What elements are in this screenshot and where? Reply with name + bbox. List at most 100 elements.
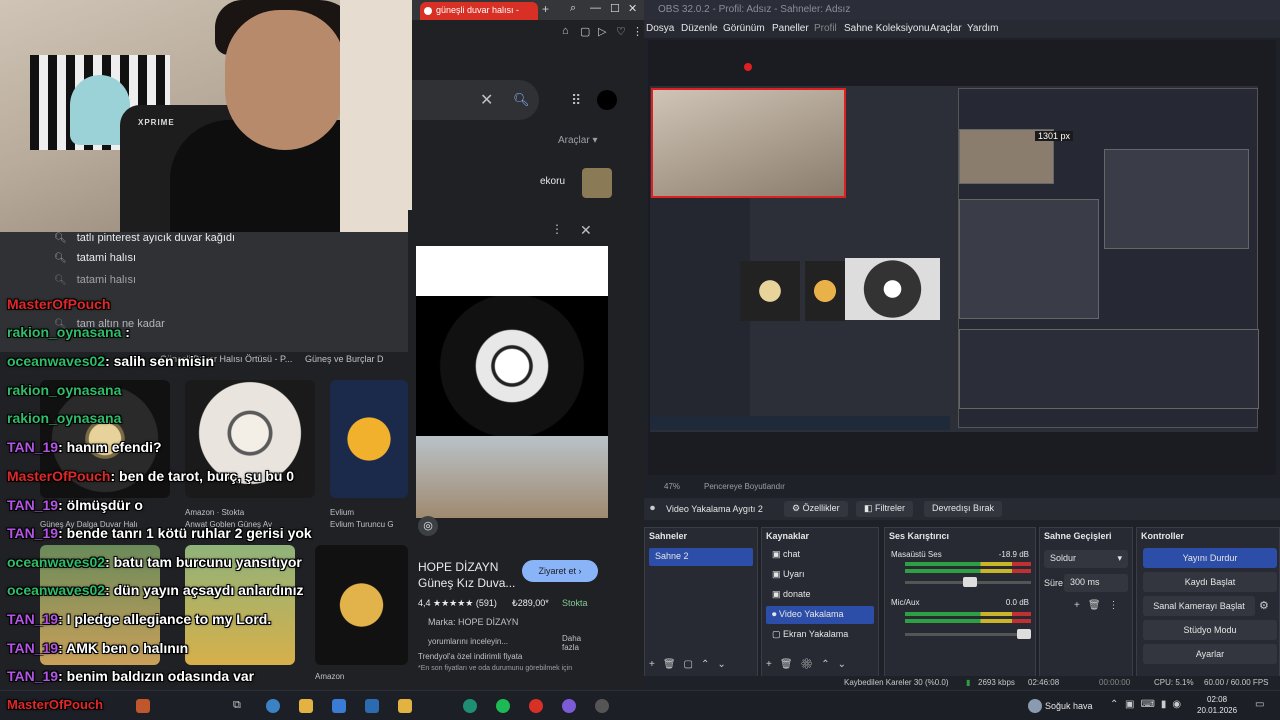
nested-window: [959, 199, 1099, 319]
apps-grid-icon[interactable]: ⠿: [571, 92, 581, 109]
dropped-frames: Kaybedilen Kareler 30 (%0.0): [844, 678, 949, 687]
volume-slider[interactable]: [905, 577, 1031, 587]
transition-actions[interactable]: +🗑⋮: [1074, 600, 1127, 611]
channel-db: 0.0 dB: [1005, 598, 1029, 607]
browser-tab[interactable]: güneşli duvar halısı -: [420, 2, 538, 20]
lens-icon[interactable]: ◎: [418, 516, 438, 536]
menu-profile[interactable]: Profil: [814, 23, 837, 34]
notification-icon[interactable]: ▭: [1255, 699, 1264, 710]
store-icon[interactable]: [332, 699, 346, 713]
fps: 60.00 / 60.00 FPS: [1204, 678, 1269, 687]
product-brand: HOPE DİZAYN: [418, 560, 499, 574]
product-image[interactable]: [416, 246, 608, 518]
nested-image: [740, 261, 800, 321]
properties-button[interactable]: ⚙ Özellikler: [784, 501, 848, 517]
duration-input[interactable]: 300 ms: [1064, 574, 1128, 592]
screenshot-icon[interactable]: ▢: [580, 25, 590, 38]
nested-image: [805, 261, 845, 321]
zoom-level[interactable]: 47%: [664, 482, 680, 491]
channel-db: -18.9 dB: [998, 550, 1029, 559]
filter-chip[interactable]: ekoru: [540, 176, 565, 187]
close-panel-icon[interactable]: ✕: [580, 222, 592, 239]
rotate-handle[interactable]: [744, 63, 752, 71]
tray-chevron-icon[interactable]: ⌃: [1110, 699, 1118, 710]
stop-stream-button[interactable]: Yayını Durdur: [1143, 548, 1277, 568]
file-explorer-icon[interactable]: [299, 699, 313, 713]
weather-text[interactable]: Soğuk hava: [1045, 701, 1093, 711]
scene-actions[interactable]: +🗑▢⌃⌄: [649, 659, 734, 670]
reviews-link[interactable]: yorumlarını inceleyin...: [428, 637, 508, 646]
clock-time[interactable]: 02:08: [1207, 695, 1227, 704]
menu-docks[interactable]: Paneller: [772, 23, 809, 34]
tray-icons[interactable]: ▣⌨▮◉: [1125, 699, 1187, 710]
result-caption: Evlium Turuncu G: [330, 520, 394, 529]
close-icon[interactable]: ✕: [628, 2, 637, 15]
menu-file[interactable]: Dosya: [646, 23, 674, 34]
filters-button[interactable]: ◧ Filtreler: [856, 501, 914, 517]
scenes-dock: Sahneler Sahne 2 +🗑▢⌃⌄: [644, 527, 758, 677]
translate-icon[interactable]: ⌂: [562, 25, 569, 37]
new-tab-icon[interactable]: +: [542, 2, 549, 16]
minimize-icon[interactable]: —: [590, 2, 601, 14]
transition-select[interactable]: Soldur ▾: [1044, 550, 1128, 568]
source-item[interactable]: ▣ Uyarı: [766, 566, 874, 584]
visit-button[interactable]: Ziyaret et ›: [522, 560, 598, 582]
rec-time: 00:00:00: [1099, 678, 1131, 687]
scene-item[interactable]: Sahne 2: [649, 548, 753, 566]
more-link[interactable]: Daha fazla: [562, 634, 592, 652]
menu-tools[interactable]: Araçlar: [930, 23, 962, 34]
clock-date[interactable]: 20.01.2026: [1197, 706, 1237, 715]
menu-view[interactable]: Görünüm: [723, 23, 765, 34]
controls-title: Kontroller: [1141, 531, 1185, 541]
product-title[interactable]: Güneş Kız Duva...: [418, 576, 515, 590]
chat-message: oceanwaves02: batu tam burcunu yansıtıyo…: [7, 554, 302, 570]
copilot-icon[interactable]: [266, 699, 280, 713]
source-actions[interactable]: +🗑⚙⌃⌄: [766, 659, 854, 670]
app-icon[interactable]: [398, 699, 412, 713]
mail-icon[interactable]: [365, 699, 379, 713]
source-item[interactable]: ▢ Ekran Yakalama: [766, 626, 874, 644]
volume-meter: [905, 569, 1031, 573]
chat-message: TAN_19: hanım efendi?: [7, 439, 162, 455]
taskbar: MasterOfPouch ⧉ Soğuk hava ⌃ ▣⌨▮◉ 02:08 …: [0, 690, 1280, 720]
menu-dots-icon[interactable]: ⋮: [632, 25, 643, 38]
app-icon[interactable]: [136, 699, 150, 713]
suggestion-item[interactable]: 🔍︎ tatami halısı: [54, 274, 136, 286]
virtual-camera-button[interactable]: Sanal Kamerayı Başlat: [1143, 596, 1255, 616]
settings-button[interactable]: Ayarlar: [1143, 644, 1277, 664]
start-recording-button[interactable]: Kaydı Başlat: [1143, 572, 1277, 592]
play-icon[interactable]: ▷: [598, 25, 606, 38]
maximize-icon[interactable]: ☐: [610, 2, 620, 15]
deactivate-button[interactable]: Devredışı Bırak: [924, 501, 1003, 517]
suggestion-item[interactable]: 🔍︎ tatlı pinterest ayıcık duvar kağıdı: [54, 232, 235, 244]
more-options-icon[interactable]: ⋮: [551, 222, 563, 236]
obs-icon[interactable]: [595, 699, 609, 713]
avatar[interactable]: [597, 90, 617, 110]
clear-search-icon[interactable]: ✕: [480, 90, 493, 110]
gear-icon[interactable]: ⚙: [1259, 599, 1269, 612]
result-image[interactable]: [330, 380, 408, 498]
video-capture-source[interactable]: [651, 88, 846, 198]
heart-icon[interactable]: ♡: [616, 25, 626, 38]
fit-button[interactable]: Pencereye Boyutlandır: [704, 482, 785, 491]
task-view-icon[interactable]: ⧉: [233, 699, 247, 713]
menu-scene-collection[interactable]: Sahne Koleksiyonu: [844, 23, 930, 34]
source-item[interactable]: ▣ donate: [766, 586, 874, 604]
tools-menu[interactable]: Araçlar ▾: [558, 135, 598, 146]
result-image[interactable]: [315, 545, 408, 665]
nested-chat: [650, 198, 750, 418]
studio-mode-button[interactable]: Stüdyo Modu: [1143, 620, 1277, 640]
search-icon[interactable]: 🔍︎: [513, 92, 530, 108]
source-item[interactable]: ⏺ Video Yakalama: [766, 606, 874, 624]
source-item[interactable]: ▣ chat: [766, 546, 874, 564]
menu-edit[interactable]: Düzenle: [681, 23, 718, 34]
suggestion-item[interactable]: 🔍︎ tatami halısı: [54, 252, 136, 264]
menu-help[interactable]: Yardım: [967, 23, 999, 34]
volume-slider[interactable]: [905, 629, 1031, 639]
spotify-icon[interactable]: [496, 699, 510, 713]
search-tabs-icon[interactable]: ⌕: [570, 2, 576, 15]
edge-icon[interactable]: [463, 699, 477, 713]
duration-label: Süre: [1044, 578, 1064, 588]
discord-icon[interactable]: [562, 699, 576, 713]
opera-icon[interactable]: [529, 699, 543, 713]
